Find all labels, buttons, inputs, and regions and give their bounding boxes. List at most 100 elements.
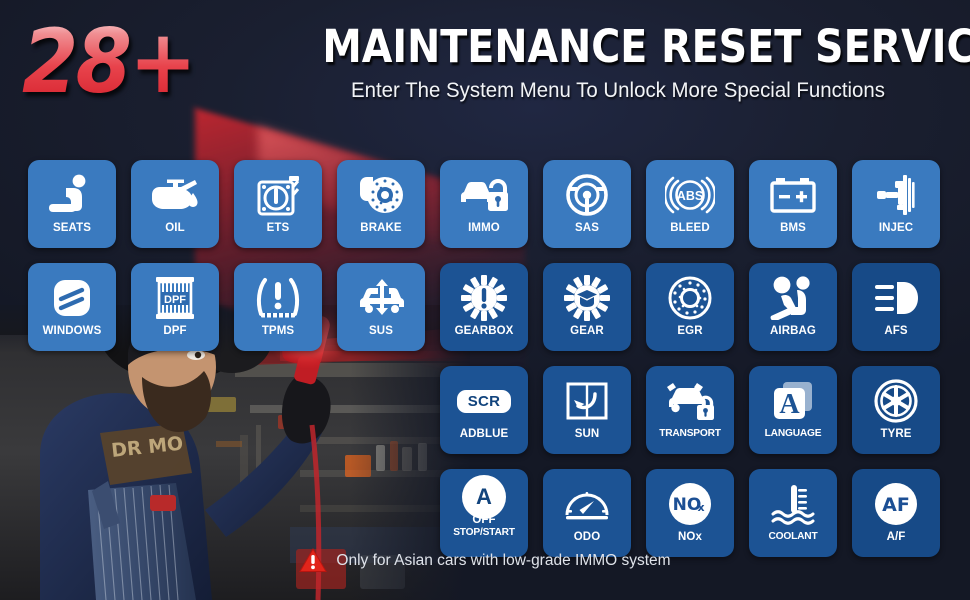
tile-brake[interactable]: BRAKE	[337, 160, 425, 248]
promo-banner: DR MO 28+ MAINTENANCE RESET SERVICE Ente…	[0, 0, 970, 600]
tile-egr[interactable]: EGR	[646, 263, 734, 351]
svg-text:x: x	[697, 501, 704, 514]
tile-label: GEAR	[570, 325, 604, 337]
tile-injec[interactable]: INJEC	[852, 160, 940, 248]
tile-nox[interactable]: NO x NOx	[646, 469, 734, 557]
auto-a-letter: A	[462, 475, 506, 519]
gear-learn-icon	[559, 273, 615, 323]
wheel-icon	[868, 376, 924, 426]
tile-label: AFS	[884, 325, 908, 337]
airbag-icon	[765, 273, 821, 323]
coolant-temp-icon	[765, 479, 821, 529]
tile-label: COOLANT	[768, 531, 818, 542]
function-grid: SEATS OIL ETS BRAKE IMMO SAS ABS BLEED B…	[28, 160, 940, 572]
auto-stop-start-icon: A	[456, 475, 512, 519]
title-block: MAINTENANCE RESET SERVICE Enter The Syst…	[282, 20, 970, 103]
injector-icon	[868, 170, 924, 220]
tile-label: INJEC	[878, 222, 914, 234]
tile-bleed[interactable]: ABS BLEED	[646, 160, 734, 248]
banner-header: 28+ MAINTENANCE RESET SERVICE Enter The …	[0, 0, 970, 140]
tile-label: DPF	[163, 325, 187, 337]
odometer-icon	[559, 479, 615, 529]
tile-label: WINDOWS	[42, 325, 102, 337]
page-subtitle: Enter The System Menu To Unlock More Spe…	[351, 78, 885, 102]
tile-dpf[interactable]: DPF DPF	[131, 263, 219, 351]
warning-triangle-icon	[299, 548, 328, 572]
throttle-body-icon	[250, 170, 306, 220]
footnote: Only for Asian cars with low-grade IMMO …	[0, 548, 970, 573]
tile-ets[interactable]: ETS	[234, 160, 322, 248]
tile-label: IMMO	[468, 222, 500, 234]
tile-airbag[interactable]: AIRBAG	[749, 263, 837, 351]
count-badge: 28+	[22, 10, 197, 113]
tile-stop-start[interactable]: A OFF STOP/START	[440, 469, 528, 557]
footnote-text: Only for Asian cars with low-grade IMMO …	[336, 551, 671, 569]
function-row-1: SEATS OIL ETS BRAKE IMMO SAS ABS BLEED B…	[28, 160, 940, 248]
svg-text:AF: AF	[882, 494, 910, 516]
tile-air-fuel[interactable]: AF A/F	[852, 469, 940, 557]
window-icon	[44, 273, 100, 323]
function-row-2: WINDOWS DPF DPF TPMS SUS GEARBOX GEAR EG…	[28, 263, 940, 351]
tile-label-line2: STOP/START	[453, 526, 515, 538]
svg-text:A: A	[779, 389, 800, 420]
headlight-icon	[868, 273, 924, 323]
function-row-4: A OFF STOP/START ODO NO x NOx COOLANT AF…	[28, 469, 940, 557]
tile-label: AIRBAG	[770, 325, 816, 337]
tile-label: A/F	[886, 531, 906, 543]
egr-valve-icon	[662, 273, 718, 323]
gear-exclamation-icon	[456, 273, 512, 323]
tile-afs[interactable]: AFS	[852, 263, 940, 351]
abs-icon: ABS	[662, 170, 718, 220]
tile-label: TRANSPORT	[659, 428, 721, 439]
tile-language[interactable]: A LANGUAGE	[749, 366, 837, 454]
tile-sas[interactable]: SAS	[543, 160, 631, 248]
tile-label: GEARBOX	[454, 325, 514, 337]
tile-label: LANGUAGE	[764, 428, 822, 439]
language-a-icon: A	[765, 376, 821, 426]
tile-label: OIL	[165, 222, 185, 234]
tile-immo[interactable]: IMMO	[440, 160, 528, 248]
car-seat-icon	[44, 170, 100, 220]
tile-gear[interactable]: GEAR	[543, 263, 631, 351]
svg-text:DPF: DPF	[164, 294, 186, 306]
steering-wheel-icon	[559, 170, 615, 220]
tile-label: EGR	[677, 325, 703, 337]
oil-can-icon	[147, 170, 203, 220]
scr-pill-text: SCR	[456, 389, 512, 413]
tile-seats[interactable]: SEATS	[28, 160, 116, 248]
tile-label: BMS	[780, 222, 806, 234]
tire-pressure-icon	[250, 273, 306, 323]
tile-label: ODO	[573, 531, 601, 543]
tile-gearbox[interactable]: GEARBOX	[440, 263, 528, 351]
tile-label: ADBLUE	[459, 428, 509, 440]
scr-pill-icon: SCR	[456, 376, 512, 426]
tile-sus[interactable]: SUS	[337, 263, 425, 351]
tile-odo[interactable]: ODO	[543, 469, 631, 557]
tile-tyre[interactable]: TYRE	[852, 366, 940, 454]
svg-text:ABS: ABS	[677, 189, 703, 203]
tile-label: SUN	[574, 428, 600, 440]
tile-label: BRAKE	[360, 222, 402, 234]
tile-oil[interactable]: OIL	[131, 160, 219, 248]
tile-label: NOx	[678, 531, 702, 543]
car-transport-lock-icon	[662, 376, 718, 426]
page-title: MAINTENANCE RESET SERVICE	[322, 20, 970, 73]
tile-label: SUS	[369, 325, 393, 337]
tile-adblue[interactable]: SCR ADBLUE	[440, 366, 528, 454]
tile-sun[interactable]: SUN	[543, 366, 631, 454]
tile-bms[interactable]: BMS	[749, 160, 837, 248]
tile-label: SAS	[575, 222, 599, 234]
suspension-icon	[353, 273, 409, 323]
tile-label-line1: OFF	[472, 514, 496, 526]
battery-icon	[765, 170, 821, 220]
tile-windows[interactable]: WINDOWS	[28, 263, 116, 351]
tile-label: SEATS	[53, 222, 91, 234]
tile-transport[interactable]: TRANSPORT	[646, 366, 734, 454]
tile-label: ETS	[266, 222, 290, 234]
brake-disc-icon	[353, 170, 409, 220]
car-lock-icon	[456, 170, 512, 220]
function-row-3: SCR ADBLUE SUN TRANSPORT A LANGUAGE TYRE	[28, 366, 940, 454]
tile-tpms[interactable]: TPMS	[234, 263, 322, 351]
tile-coolant[interactable]: COOLANT	[749, 469, 837, 557]
nox-icon: NO x	[662, 479, 718, 529]
